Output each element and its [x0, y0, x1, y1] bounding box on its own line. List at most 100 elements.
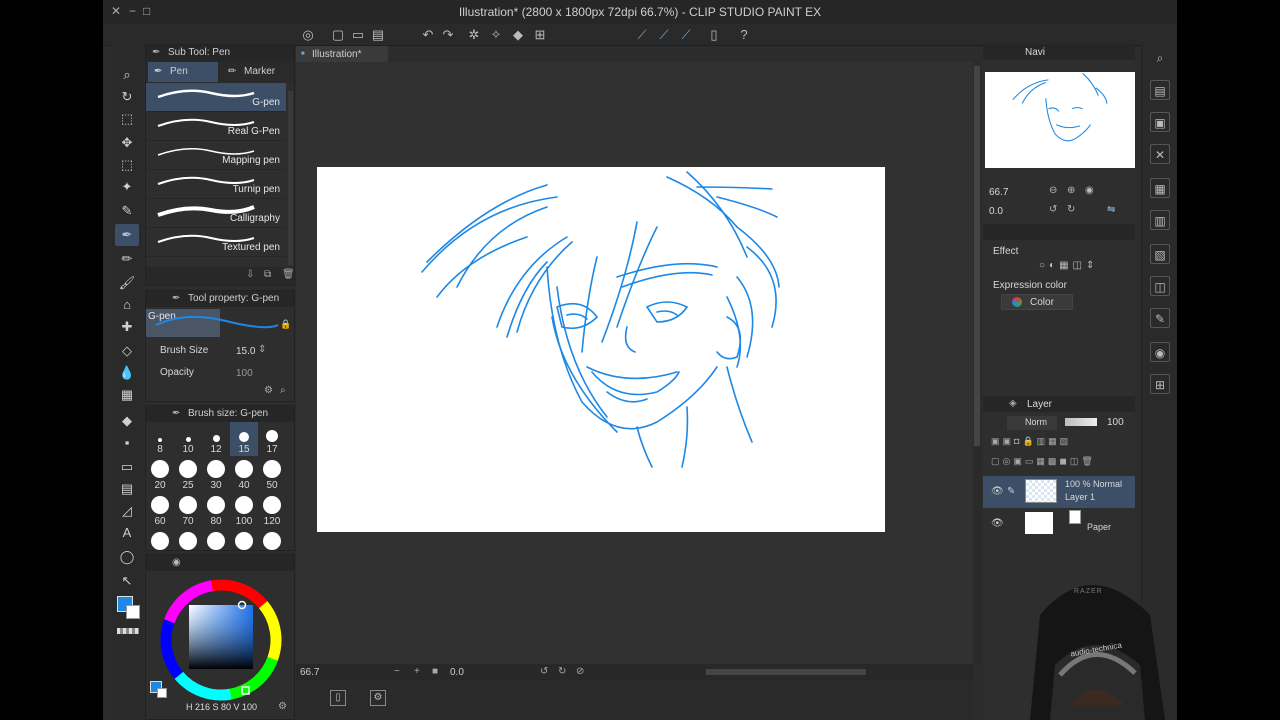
nav-rotate-left-icon[interactable]: ↺ — [1049, 204, 1057, 215]
brush-size-option[interactable]: 70 — [174, 494, 202, 528]
figure-tool-icon[interactable]: ▭ — [115, 456, 139, 478]
gradient-tool-icon[interactable]: ▪ — [115, 432, 139, 454]
help-icon[interactable]: ? — [735, 26, 753, 44]
eyedropper-tool-icon[interactable]: ✎ — [115, 200, 139, 222]
brush-item-g-pen[interactable]: G-pen — [146, 83, 286, 112]
navigator-rotation[interactable]: 0.0 — [989, 206, 1003, 217]
new-file-icon[interactable]: ▢ — [329, 26, 347, 44]
pen-tool-icon[interactable]: ✒ — [115, 224, 139, 246]
brush-list-scrollbar[interactable] — [288, 91, 293, 265]
transform-icon[interactable]: ⊞ — [531, 26, 549, 44]
navigator-preview[interactable] — [985, 72, 1135, 168]
quick-access-icon[interactable]: ⊞ — [1150, 374, 1170, 394]
color-wheel[interactable] — [156, 575, 286, 705]
zoom-in-icon[interactable]: + — [414, 666, 420, 677]
canvas-vertical-scrollbar[interactable] — [973, 66, 981, 664]
document-tab[interactable]: Illustration* — [296, 46, 388, 63]
brush-size-option[interactable]: 60 — [146, 494, 174, 528]
history-icon[interactable]: ▧ — [1150, 244, 1170, 264]
brush-size-option[interactable]: 50 — [258, 458, 286, 492]
reset-rotation-icon[interactable]: ⊘ — [576, 666, 584, 677]
grid-panel-icon[interactable]: ▦ — [1150, 178, 1170, 198]
lock-icon[interactable]: 🔒 — [280, 319, 291, 330]
nav-rotate-right-icon[interactable]: ↻ — [1067, 204, 1075, 215]
open-folder-icon[interactable]: ▭ — [349, 26, 367, 44]
brush-size-option[interactable]: 150 — [146, 530, 174, 550]
nav-flip-icon[interactable]: ⇋ — [1107, 204, 1115, 215]
edit-pen-icon[interactable]: ✎ — [1007, 486, 1015, 497]
tab-pen[interactable]: ✒ Pen — [148, 62, 218, 82]
opacity-row[interactable]: Opacity 100 — [146, 361, 294, 383]
fill-icon[interactable]: ◆ — [509, 26, 527, 44]
item-bank-icon[interactable]: ◉ — [1150, 342, 1170, 362]
brush-size-option[interactable]: 17 — [258, 422, 286, 456]
nav-fit-icon[interactable]: ◉ — [1085, 185, 1094, 196]
selection-tool-icon[interactable]: ⬚ — [115, 154, 139, 176]
brush-size-option[interactable]: 10 — [174, 422, 202, 456]
rotation-readout[interactable]: 0.0 — [450, 667, 464, 678]
brush-item-calligraphy[interactable]: Calligraphy — [146, 199, 286, 228]
eraser-tool-icon[interactable]: ◇ — [115, 340, 139, 362]
move-layer-tool-icon[interactable]: ✥ — [115, 132, 139, 154]
brush-item-real-g-pen[interactable]: Real G-Pen — [146, 112, 286, 141]
snap-special-ruler-icon[interactable]: ⟋ — [655, 26, 673, 44]
search-icon[interactable]: ⌕ — [1150, 48, 1170, 68]
brush-size-option[interactable]: 120 — [258, 494, 286, 528]
rotate-left-icon[interactable]: ↺ — [540, 666, 548, 677]
brush-size-option[interactable]: 30 — [202, 458, 230, 492]
horizontal-scrollbar[interactable] — [706, 669, 866, 675]
transparent-color-swatch[interactable] — [117, 628, 139, 634]
layer-property-icon[interactable]: ▣ — [1150, 112, 1170, 132]
close-panel-icon[interactable]: ✕ — [1150, 144, 1170, 164]
sub-view-icon[interactable]: ◫ — [1150, 276, 1170, 296]
layer-actions-icons[interactable]: ▢◎▣▭▦▩◼◫🗑 — [991, 456, 1096, 467]
frame-border-tool-icon[interactable]: ▤ — [115, 478, 139, 500]
pattern-tool-icon[interactable]: ▦ — [115, 384, 139, 406]
brush-tool-icon[interactable]: 🖌 — [115, 272, 139, 294]
layer-row-paper[interactable]: 👁 Paper — [983, 508, 1135, 540]
decoration-tool-icon[interactable]: ✚ — [115, 316, 139, 338]
brush-size-option[interactable]: 300 — [258, 530, 286, 550]
clear-icon[interactable]: ✧ — [487, 26, 505, 44]
brush-size-option[interactable]: 80 — [202, 494, 230, 528]
brush-size-option[interactable]: 200 — [202, 530, 230, 550]
color-settings-icon[interactable]: ⚙ — [278, 701, 287, 712]
pencil-tool-icon[interactable]: ✏ — [115, 248, 139, 270]
ruler-tool-icon[interactable]: ◿ — [115, 500, 139, 522]
layout-panel-icon[interactable]: ▯ — [330, 690, 346, 706]
brush-item-mapping-pen[interactable]: Mapping pen — [146, 141, 286, 170]
airbrush-tool-icon[interactable]: ⌂ — [115, 294, 139, 316]
color-mini-sub-swatch[interactable] — [157, 688, 167, 698]
material-icon[interactable]: ▤ — [1150, 80, 1170, 100]
smartphone-icon[interactable]: ▯ — [705, 26, 723, 44]
brush-size-option[interactable]: 20 — [146, 458, 174, 492]
zoom-tool-icon[interactable]: ⌕ — [115, 64, 139, 86]
operation-tool-icon[interactable]: ⬚ — [115, 108, 139, 130]
sub-color-swatch[interactable] — [126, 605, 140, 619]
auto-select-tool-icon[interactable]: ✦ — [115, 176, 139, 198]
effect-icons[interactable]: ○◐▦◫⇕ — [1039, 260, 1098, 271]
save-icon[interactable]: ▤ — [369, 26, 387, 44]
layer-opacity-value[interactable]: 100 — [1107, 417, 1124, 428]
fill-tool-icon[interactable]: ◆ — [115, 410, 139, 432]
delete-icon[interactable]: 🗑 — [282, 269, 295, 280]
clip-studio-icon[interactable]: ◎ — [299, 26, 317, 44]
move-view-tool-icon[interactable]: ↻ — [115, 86, 139, 108]
visibility-eye-icon[interactable]: 👁 — [991, 518, 1004, 529]
snap-grid-icon[interactable]: ⟋ — [677, 26, 695, 44]
layer-row-layer-1[interactable]: 👁 ✎ 100 % Normal Layer 1 — [983, 476, 1135, 508]
brush-size-stepper-icon[interactable]: ⇕ — [258, 344, 266, 355]
tab-marker[interactable]: ✏ Marker — [222, 62, 292, 82]
redo-icon[interactable]: ↷ — [439, 26, 457, 44]
balloon-tool-icon[interactable]: ◯ — [115, 546, 139, 568]
brush-item-turnip-pen[interactable]: Turnip pen — [146, 170, 286, 199]
settings-icon[interactable]: ⚙ — [264, 385, 273, 396]
brush-size-option[interactable]: 12 — [202, 422, 230, 456]
brush-size-option[interactable]: 15 — [230, 422, 258, 456]
snap-ruler-icon[interactable]: ⟋ — [633, 26, 651, 44]
brush-size-row[interactable]: Brush Size 15.0 ⇕ — [146, 339, 294, 361]
brush-item-textured-pen[interactable]: Textured pen — [146, 228, 286, 257]
expression-color-select[interactable]: Color — [1001, 294, 1073, 310]
zoom-readout[interactable]: 66.7 — [300, 667, 319, 678]
canvas-vertical-scroll-thumb[interactable] — [974, 66, 980, 446]
